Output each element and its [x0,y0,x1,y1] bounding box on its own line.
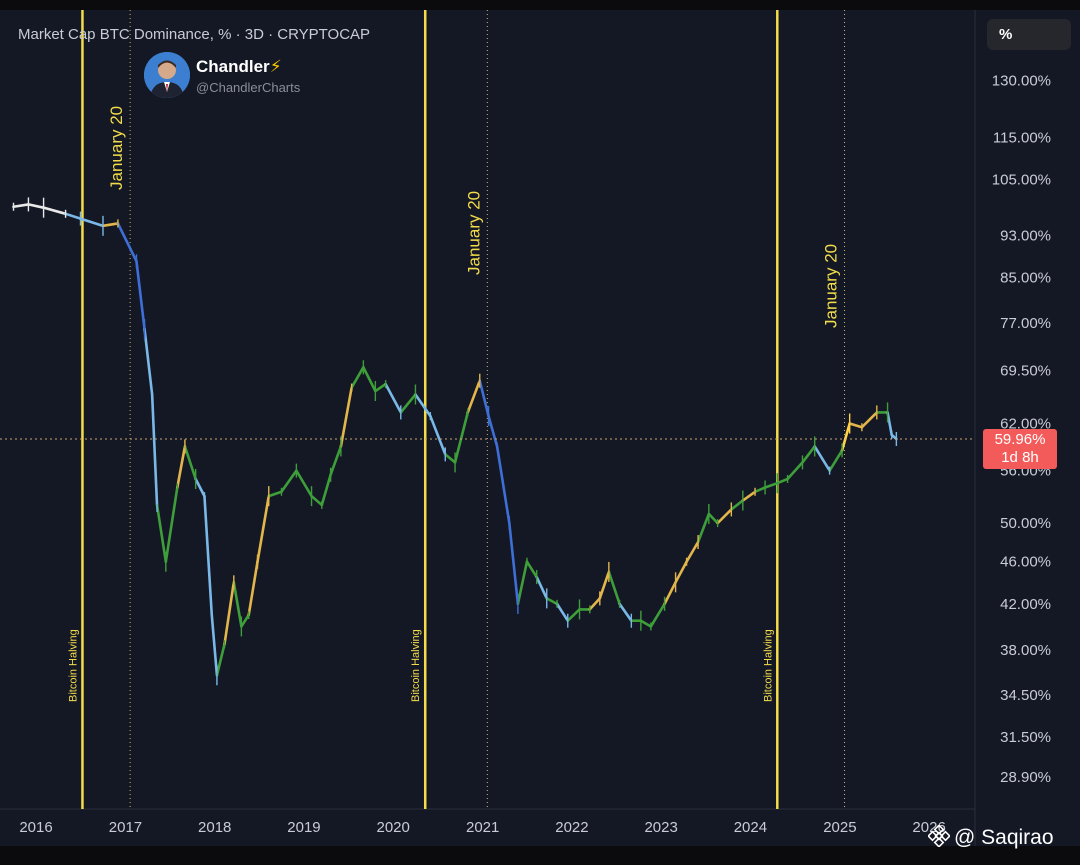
y-tick-label: 130.00% [992,73,1051,90]
chart-title: Market Cap BTC Dominance, % · 3D · CRYPT… [18,26,371,43]
y-tick-label: 50.00% [1000,515,1051,532]
percent-scale-button[interactable]: % [987,19,1071,50]
y-tick-label: 77.00% [1000,315,1051,332]
chart-window: 130.00% 115.00% 105.00% 93.00% 85.00% 77.00% 6… [0,0,1080,865]
inauguration-label: January 20 [107,106,126,190]
chart-canvas[interactable]: 130.00% 115.00% 105.00% 93.00% 85.00% 77.00% 6… [0,0,1080,865]
author-handle: @ChandlerCharts [196,80,301,95]
x-tick-label: 2024 [734,819,767,836]
inauguration-label: January 20 [822,244,841,328]
halving-label: Bitcoin Halving [762,629,774,702]
y-tick-label: 31.50% [1000,729,1051,746]
x-tick-label: 2019 [287,819,320,836]
y-tick-label: 93.00% [1000,228,1051,245]
halving-label: Bitcoin Halving [410,629,422,702]
chart-background [0,10,1080,865]
bottom-bar [0,846,1080,865]
x-tick-label: 2022 [555,819,588,836]
x-tick-label: 2017 [109,819,142,836]
bar-countdown: 1d 8h [1001,448,1039,466]
x-tick-label: 2025 [823,819,856,836]
y-tick-label: 105.00% [992,171,1051,188]
inauguration-label: January 20 [464,191,483,275]
person-icon [144,52,190,98]
y-tick-label: 42.00% [1000,596,1051,613]
x-tick-label: 2023 [644,819,677,836]
author-avatar [144,52,190,98]
watermark-text: @ Saqirao [954,826,1054,849]
halving-label: Bitcoin Halving [67,629,79,702]
y-tick-label: 115.00% [993,129,1051,146]
x-tick-label: 2020 [377,819,410,836]
author-name-text: Chandler [196,57,270,76]
y-tick-label: 34.50% [1000,687,1051,704]
x-tick-label: 2021 [466,819,499,836]
frame-top-bar [0,0,1080,10]
y-tick-label: 38.00% [1000,642,1051,659]
current-price-value: 59.96% [994,430,1046,448]
lightning-icon: ⚡ [269,57,282,76]
y-tick-label: 46.00% [1000,554,1051,571]
binance-logo-icon [928,825,950,847]
x-tick-label: 2018 [198,819,231,836]
y-tick-label: 85.00% [1000,269,1051,286]
watermark: @ Saqirao [928,825,1054,850]
y-tick-label: 69.50% [1000,363,1051,380]
current-price-badge: 59.96% 1d 8h [983,428,1057,469]
y-tick-label: 28.90% [1000,769,1051,786]
x-tick-label: 2016 [19,819,52,836]
author-name: Chandler⚡ [196,57,282,77]
